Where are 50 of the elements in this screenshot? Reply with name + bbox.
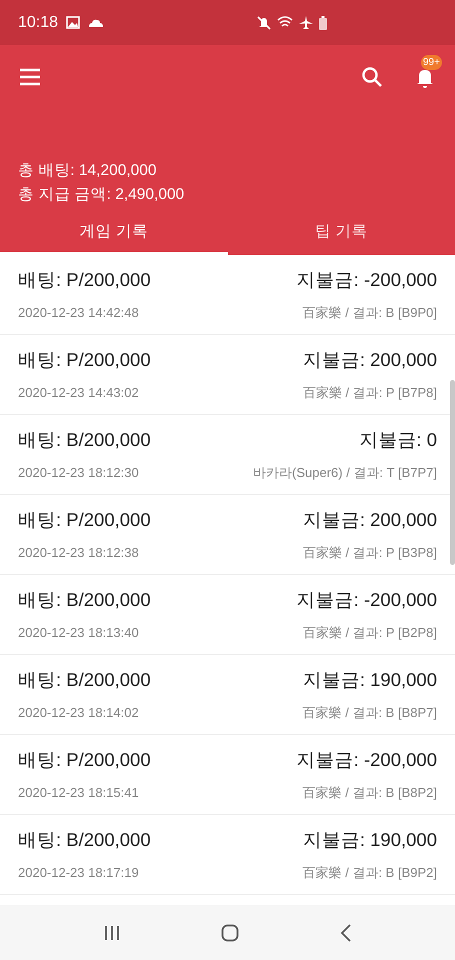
bet-text: 배팅: P/200,000: [18, 508, 151, 532]
payout-text: 지불금: 0: [359, 428, 437, 452]
result-text: 百家樂 / 결과: P [B7P8]: [302, 384, 437, 402]
timestamp: 2020-12-23 18:12:30: [18, 465, 139, 480]
result-text: 바카라(Super6) / 결과: T [B7P7]: [253, 464, 437, 482]
airplane-icon: [299, 16, 313, 30]
wifi-icon: [277, 16, 293, 29]
bet-text: 배팅: B/200,000: [18, 428, 151, 452]
payout-text: 지불금: -200,000: [296, 268, 437, 292]
result-text: 百家樂 / 결과: B [B8P7]: [302, 704, 437, 722]
total-bet: 총 배팅: 14,200,000: [18, 161, 158, 181]
timestamp: 2020-12-23 18:14:02: [18, 705, 139, 720]
home-icon[interactable]: [220, 924, 238, 942]
notification-badge: 99+: [421, 55, 442, 70]
mute-icon: [257, 16, 271, 30]
status-time: 10:18: [18, 14, 58, 32]
battery-icon: [319, 16, 327, 30]
menu-icon[interactable]: [18, 68, 42, 86]
cloud-icon: [88, 18, 104, 28]
payout-text: 지불금: -200,000: [296, 588, 437, 612]
result-text: 百家樂 / 결과: P [B2P8]: [302, 624, 437, 642]
scrollbar[interactable]: [450, 380, 455, 565]
result-text: 百家樂 / 결과: B [B9P2]: [302, 864, 437, 882]
timestamp: 2020-12-23 14:42:48: [18, 305, 139, 320]
bet-text: 배팅: B/200,000: [18, 588, 151, 612]
image-icon: [66, 16, 80, 29]
tab[interactable]: 팁 기록: [228, 211, 455, 255]
result-text: 百家樂 / 결과: B [B9P0]: [302, 304, 437, 322]
result-text: 百家樂 / 결과: P [B3P8]: [302, 544, 437, 562]
bet-text: 배팅: P/200,000: [18, 268, 151, 292]
total-payout: 총 지급 금액: 2,490,000: [18, 185, 186, 205]
timestamp: 2020-12-23 14:43:02: [18, 385, 139, 400]
result-text: 百家樂 / 결과: B [B8P2]: [302, 784, 437, 802]
payout-text: 지불금: 190,000: [302, 828, 437, 852]
recent-apps-icon[interactable]: [102, 924, 120, 942]
timestamp: 2020-12-23 18:15:41: [18, 785, 139, 800]
bet-text: 배팅: B/200,000: [18, 828, 151, 852]
back-icon[interactable]: [338, 924, 352, 942]
bet-text: 배팅: B/200,000: [18, 668, 151, 692]
search-icon[interactable]: [361, 66, 383, 88]
payout-text: 지불금: -200,000: [296, 748, 437, 772]
timestamp: 2020-12-23 18:17:19: [18, 865, 139, 880]
timestamp: 2020-12-23 18:13:40: [18, 625, 139, 640]
bet-text: 배팅: P/200,000: [18, 348, 151, 372]
timestamp: 2020-12-23 18:12:38: [18, 545, 139, 560]
payout-text: 지불금: 200,000: [302, 508, 437, 532]
bet-text: 배팅: P/200,000: [18, 748, 151, 772]
payout-text: 지불금: 200,000: [302, 348, 437, 372]
payout-text: 지불금: 190,000: [302, 668, 437, 692]
tab[interactable]: 게임 기록: [0, 211, 228, 255]
